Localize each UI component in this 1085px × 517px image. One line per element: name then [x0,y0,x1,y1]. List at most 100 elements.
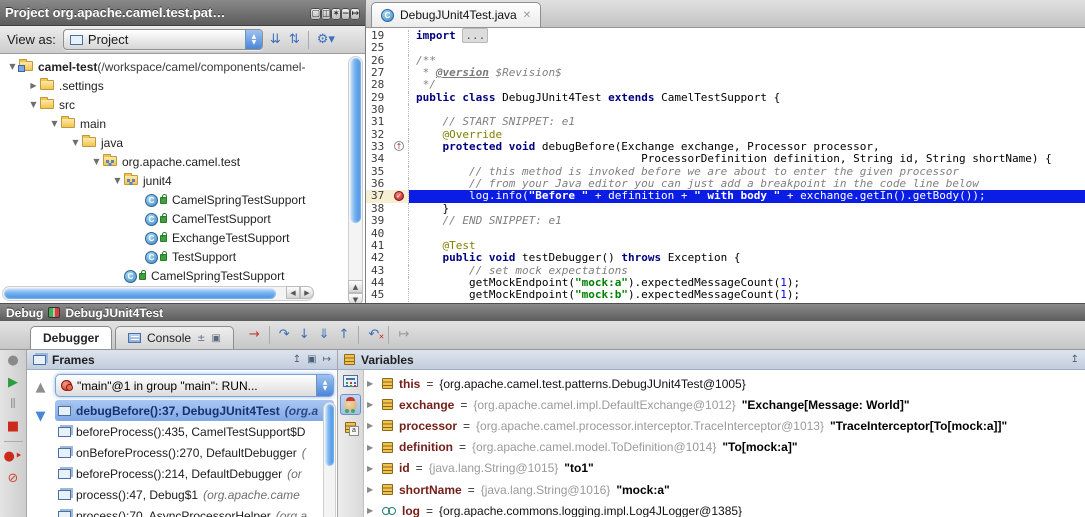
variable-expander-icon[interactable]: ▶ [367,400,376,409]
breakpoint-gutter[interactable]: ✓ [392,190,409,202]
variable-row-definition[interactable]: ▶definition = {org.apache.camel.model.To… [367,437,1085,458]
variable-row-shortName[interactable]: ▶shortName = {java.lang.String@1016}"moc… [367,479,1085,500]
drop-frame-icon[interactable]: ↶✕ [368,328,379,342]
tree-item--settings[interactable]: ▶.settings [0,76,365,95]
variable-expander-icon[interactable]: ▶ [367,506,376,515]
debug-titlebar[interactable]: Debug DebugJUnit4Test [0,304,1085,321]
frames-scrollbar[interactable] [323,402,336,517]
line-number: 40 [366,228,392,240]
code-text: public class DebugJUnit4Test extends Cam… [409,92,780,104]
force-step-into-icon[interactable]: ⇓ [319,328,330,342]
tree-item-junit4[interactable]: ▼junit4 [0,171,365,190]
code-line-27[interactable]: 27 * @version $Revision$ [366,67,1085,79]
tree-vertical-scrollbar[interactable]: ▲ ▼ [348,56,363,303]
tree-expander-icon[interactable]: ▼ [69,138,82,147]
tree-item-main[interactable]: ▼main [0,114,365,133]
tree-expander-icon[interactable]: ▼ [111,176,124,185]
scroll-down-button[interactable]: ▼ [348,293,363,303]
frame-row[interactable]: beforeProcess():214, DefaultDebugger (or [55,463,334,484]
float-tab-icon[interactable]: ▣ [211,333,220,344]
float-window-icon[interactable]: ▢ [310,8,321,20]
editor-tab-debugjunit4test[interactable]: C DebugJUnit4Test.java ✕ [371,2,541,27]
variables-header-icon[interactable]: ↥ [1071,354,1079,365]
frame-row[interactable]: debugBefore():37, DebugJUnit4Test (org.a [55,400,334,421]
tree-item-cameltestsupport[interactable]: CCamelTestSupport [0,209,365,228]
step-out-icon[interactable]: ↑ [339,328,350,342]
next-frame-icon[interactable]: ▼ [36,409,46,424]
pin-tab-icon[interactable]: ± [197,333,205,344]
tree-item-testsupport[interactable]: CTestSupport [0,247,365,266]
step-into-icon[interactable]: ↓ [299,328,310,342]
variable-row-processor[interactable]: ▶processor = {org.apache.camel.processor… [367,415,1085,436]
code-line-19[interactable]: 19import ... [366,30,1085,42]
scroll-right-button[interactable]: ▶ [300,286,314,299]
previous-frame-icon[interactable]: ▲ [36,380,46,395]
float-panel-icon[interactable]: ▣ [307,354,316,365]
fields-filter-icon[interactable] [345,422,356,433]
tree-expander-icon[interactable]: ▼ [27,100,40,109]
tree-expander-icon[interactable]: ▶ [27,81,40,90]
frame-row[interactable]: process():47, Debug$1 (org.apache.came [55,484,334,505]
variable-row-log[interactable]: ▶log = {org.apache.commons.logging.impl.… [367,500,1085,517]
tree-item-camelspringtestsupport[interactable]: CCamelSpringTestSupport [0,190,365,209]
step-over-icon[interactable]: ↷ [279,328,290,342]
variable-row-id[interactable]: ▶id = {java.lang.String@1015}"to1" [367,458,1085,479]
frame-row[interactable]: onBeforeProcess():270, DefaultDebugger ( [55,442,334,463]
tab-console[interactable]: Console ± ▣ [115,326,234,349]
folded-imports-badge[interactable]: ... [462,28,488,43]
tree-item-java[interactable]: ▼java [0,133,365,152]
breakpoint-icon[interactable]: ✓ [394,191,404,201]
settings-gear-icon[interactable]: ⚙▾ [317,33,335,46]
tree-expander-icon[interactable]: ▼ [90,157,103,166]
tab-debugger[interactable]: Debugger [30,326,112,349]
code-line-45[interactable]: 45 getMockEndpoint("mock:b").expectedMes… [366,289,1085,301]
tree-item-org-apache-camel-test[interactable]: ▼org.apache.camel.test [0,152,365,171]
project-panel-titlebar[interactable]: Project org.apache.camel.test.pat… ▢◫✶−↦ [0,0,365,26]
evaluate-expression-icon[interactable] [343,375,358,387]
resume-icon[interactable]: ▶ [8,375,18,390]
variables-header[interactable]: Variables ↥ [338,350,1085,370]
collapse-all-icon[interactable]: ⇅ [289,33,300,46]
expand-all-icon[interactable]: ⇊ [270,33,281,46]
frame-row[interactable]: process():70, AsyncProcessorHelper (org.… [55,505,334,517]
run-to-cursor-icon[interactable]: ↦ [398,328,409,342]
camel-debugger-toggle-icon[interactable] [340,394,361,415]
debug-bubble-icon[interactable]: ● [7,353,18,368]
hide-right-icon[interactable]: ↦ [323,354,331,365]
variable-expander-icon[interactable]: ▶ [367,464,376,473]
pause-icon[interactable]: Ⅱ [10,397,16,412]
code-line-37[interactable]: 37✓ log.info("Before " + definition + " … [366,190,1085,202]
dock-window-icon[interactable]: ◫ [321,8,332,20]
pin-icon[interactable]: ✶ [331,8,341,20]
restore-layout-icon[interactable]: ↥ [293,354,301,365]
scroll-up-button[interactable]: ▲ [348,280,363,293]
view-as-dropdown[interactable]: Project ▲▼ [63,29,263,50]
overriding-method-icon[interactable]: ↑ [394,141,404,151]
mute-breakpoints-icon[interactable]: ⊘ [8,471,19,486]
code-line-29[interactable]: 29public class DebugJUnit4Test extends C… [366,92,1085,104]
code-line-25[interactable]: 25 [366,42,1085,54]
tree-item-camelspringtestsupport[interactable]: CCamelSpringTestSupport [0,266,365,285]
frames-header[interactable]: Frames ↥▣↦ [27,350,337,370]
variable-expander-icon[interactable]: ▶ [367,379,376,388]
variable-expander-icon[interactable]: ▶ [367,443,376,452]
tree-horizontal-scrollbar[interactable]: ◀ ▶ [2,286,314,301]
variable-row-exchange[interactable]: ▶exchange = {org.apache.camel.impl.Defau… [367,394,1085,415]
tree-item-camel-test[interactable]: ▼camel-test (/workspace/camel/components… [0,57,365,76]
close-tab-icon[interactable]: ✕ [523,10,531,21]
variable-expander-icon[interactable]: ▶ [367,485,376,494]
code-line-39[interactable]: 39 // END SNIPPET: e1 [366,215,1085,227]
hide-panel-icon[interactable]: ↦ [350,8,360,20]
stop-icon[interactable]: ■ [7,419,19,434]
tree-item-src[interactable]: ▼src [0,95,365,114]
code-editor[interactable]: 19import ...2526/**27 * @version $Revisi… [366,28,1085,303]
show-execution-point-icon[interactable]: → [249,328,260,342]
tree-expander-icon[interactable]: ▼ [48,119,61,128]
scroll-left-button[interactable]: ◀ [286,286,300,299]
variable-expander-icon[interactable]: ▶ [367,421,376,430]
thread-selector-dropdown[interactable]: "main"@1 in group "main": RUN... ▲▼ [55,374,334,397]
tree-item-exchangetestsupport[interactable]: CExchangeTestSupport [0,228,365,247]
view-breakpoints-icon[interactable]: ●‣ [3,449,22,464]
frame-row[interactable]: beforeProcess():435, CamelTestSupport$D [55,421,334,442]
variable-row-this[interactable]: ▶this = {org.apache.camel.test.patterns.… [367,373,1085,394]
